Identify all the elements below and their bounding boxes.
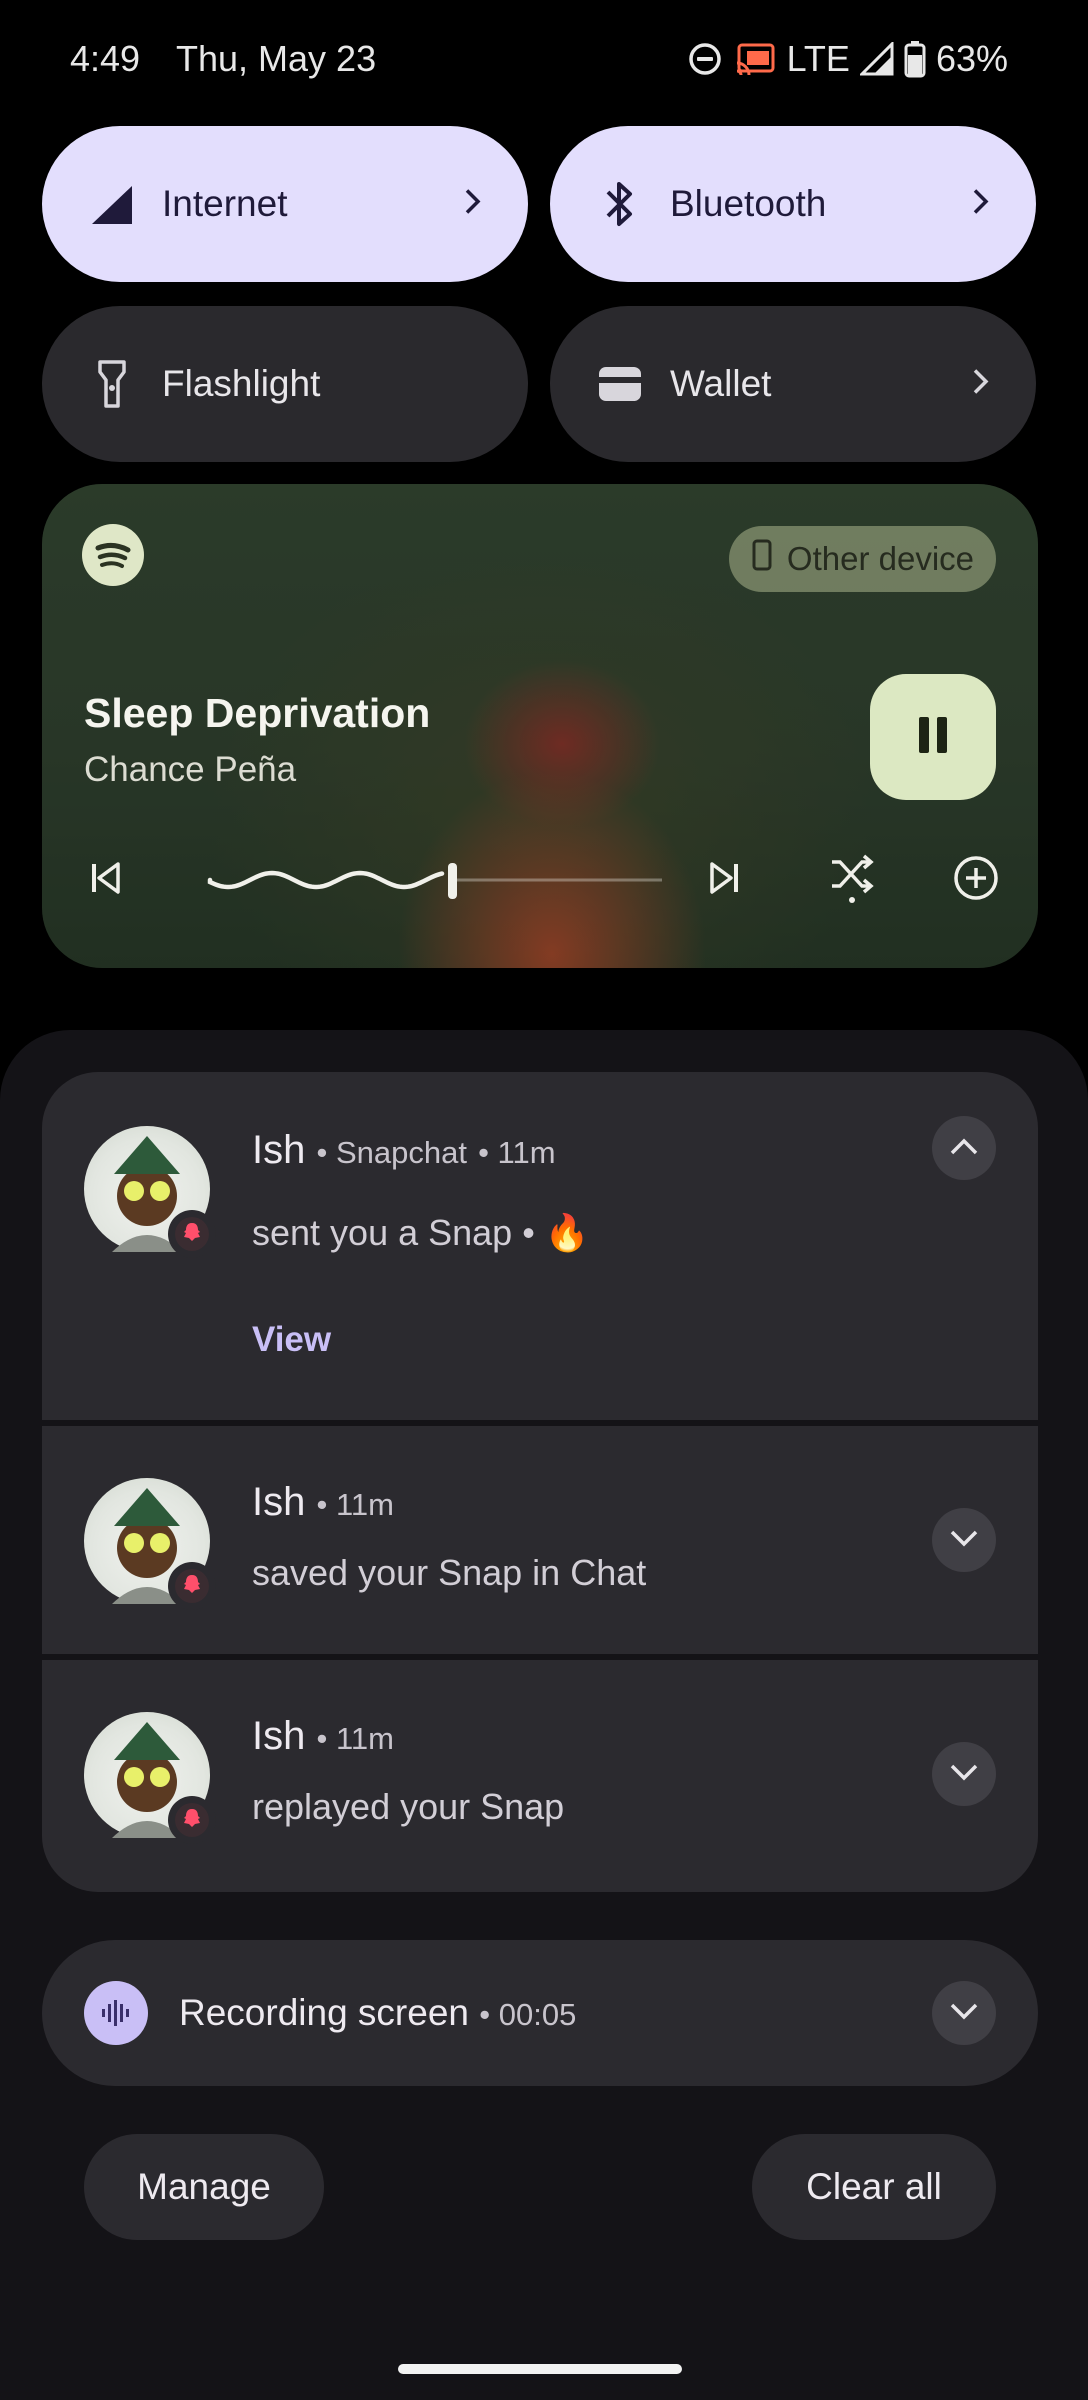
avatar — [84, 1126, 216, 1258]
song-title: Sleep Deprivation — [84, 690, 431, 736]
notification-header: Ish • Snapchat • 11m — [252, 1128, 556, 1173]
expand-button[interactable] — [932, 1508, 996, 1572]
seek-bar[interactable] — [206, 850, 666, 910]
notification-card[interactable]: Ish • 11m replayed your Snap — [42, 1660, 1038, 1892]
recording-info: Recording screen • 00:05 — [179, 1992, 576, 2034]
notification-card[interactable]: Ish • 11m saved your Snap in Chat — [42, 1426, 1038, 1654]
expand-button[interactable] — [932, 1981, 996, 2045]
notification-card[interactable]: Ish • Snapchat • 11m sent you a Snap • 🔥… — [42, 1072, 1038, 1420]
tile-label: Internet — [162, 183, 288, 224]
media-player[interactable]: Other device Sleep Deprivation Chance Pe… — [42, 484, 1038, 968]
next-button[interactable] — [694, 850, 754, 910]
status-icons: LTE 63% — [687, 38, 1008, 80]
view-button[interactable]: View — [252, 1320, 331, 1360]
tile-label: Bluetooth — [670, 183, 827, 224]
cast-icon — [733, 41, 777, 77]
next-icon — [706, 860, 742, 901]
chevron-up-icon — [948, 1135, 980, 1162]
tile-label: Wallet — [670, 363, 772, 404]
spotify-icon — [82, 524, 144, 586]
notification-time: 11m — [335, 1721, 394, 1756]
sender-name: Ish — [252, 1128, 306, 1172]
snapchat-ghost-icon — [181, 1573, 203, 1600]
bluetooth-icon — [592, 176, 648, 232]
status-time: 4:49 — [70, 38, 141, 79]
separator: • — [478, 1135, 498, 1170]
snapchat-badge — [168, 1562, 216, 1610]
manage-button[interactable]: Manage — [84, 2134, 324, 2240]
snapchat-ghost-icon — [181, 1221, 203, 1248]
tile-flashlight[interactable]: Flashlight — [42, 306, 528, 462]
tile-wallet[interactable]: Wallet — [550, 306, 1036, 462]
tile-internet[interactable]: Internet — [42, 126, 528, 282]
snapchat-ghost-icon — [181, 1807, 203, 1834]
sender-name: Ish — [252, 1480, 306, 1524]
avatar — [84, 1478, 216, 1610]
notification-text: saved your Snap in Chat — [252, 1552, 647, 1593]
notification-time: 11m — [497, 1135, 556, 1170]
clear-all-button[interactable]: Clear all — [752, 2134, 996, 2240]
song-artist: Chance Peña — [84, 750, 297, 789]
chevron-right-icon — [970, 187, 992, 222]
signal-icon — [84, 176, 140, 232]
pause-button[interactable] — [870, 674, 996, 800]
notification-text: replayed your Snap — [252, 1786, 565, 1827]
avatar — [84, 1712, 216, 1844]
battery-percent: 63% — [935, 38, 1008, 79]
wallet-icon — [592, 356, 648, 412]
output-device-chip[interactable]: Other device — [728, 526, 996, 592]
sender-name: Ish — [252, 1714, 306, 1758]
notification-header: Ish • 11m — [252, 1714, 394, 1759]
add-button[interactable] — [946, 850, 1006, 910]
separator: • — [316, 1721, 336, 1756]
battery-icon — [904, 40, 926, 78]
add-icon — [953, 855, 999, 906]
phone-icon — [751, 539, 773, 579]
chevron-down-icon — [948, 1527, 980, 1554]
notification-text: sent you a Snap • 🔥 — [252, 1212, 590, 1253]
home-gesture-bar[interactable] — [398, 2364, 682, 2374]
previous-button[interactable] — [76, 850, 136, 910]
notification-time: 11m — [335, 1487, 394, 1522]
flashlight-icon — [84, 356, 140, 412]
network-label: LTE — [786, 38, 850, 79]
tile-bluetooth[interactable]: Bluetooth — [550, 126, 1036, 282]
chevron-down-icon — [948, 2000, 980, 2027]
output-device-label: Other device — [786, 540, 974, 577]
screen-recording-notification[interactable]: Recording screen • 00:05 — [42, 1940, 1038, 2086]
tile-label: Flashlight — [162, 363, 321, 404]
snapchat-badge — [168, 1796, 216, 1844]
recording-elapsed: 00:05 — [498, 1997, 577, 2032]
signal-icon — [859, 42, 894, 76]
status-bar: 4:49 Thu, May 23 LTE 63% — [0, 0, 1088, 124]
audio-wave-icon — [84, 1981, 148, 2045]
expand-button[interactable] — [932, 1742, 996, 1806]
snapchat-badge — [168, 1210, 216, 1258]
shuffle-button[interactable] — [822, 850, 882, 910]
app-name: Snapchat — [335, 1135, 467, 1170]
chevron-right-icon — [462, 187, 484, 222]
do-not-disturb-icon — [687, 41, 723, 77]
snapchat-notification-group: Ish • Snapchat • 11m sent you a Snap • 🔥… — [42, 1072, 1038, 1892]
chevron-down-icon — [948, 1761, 980, 1788]
separator: • — [316, 1135, 336, 1170]
shuffle-icon — [828, 852, 876, 909]
previous-icon — [88, 860, 124, 901]
collapse-button[interactable] — [932, 1116, 996, 1180]
pause-icon — [915, 715, 951, 760]
separator: • — [316, 1487, 336, 1522]
recording-label: Recording screen — [179, 1992, 469, 2033]
notification-header: Ish • 11m — [252, 1480, 394, 1525]
separator: • — [479, 1997, 499, 2032]
chevron-right-icon — [970, 367, 992, 402]
status-date: Thu, May 23 — [176, 38, 377, 79]
